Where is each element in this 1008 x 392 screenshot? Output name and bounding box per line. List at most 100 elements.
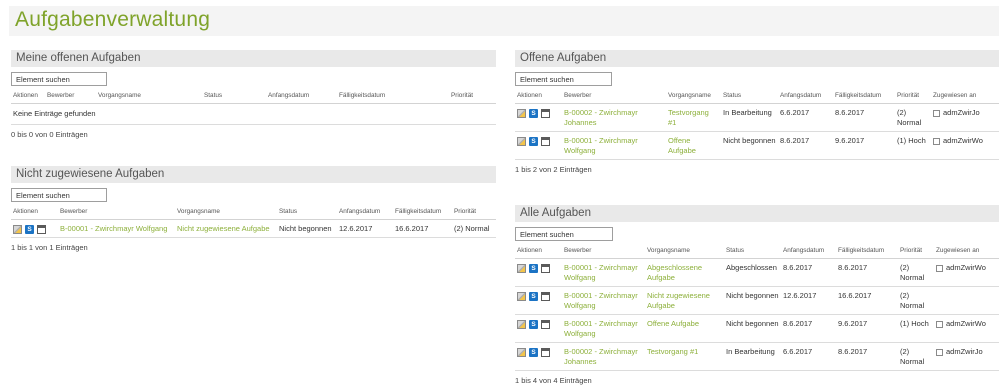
sharepoint-icon[interactable]: S: [529, 263, 538, 273]
assigned-user: admZwirJo: [943, 108, 980, 117]
column-header-priority[interactable]: Priorität: [898, 244, 934, 259]
column-header-process[interactable]: Vorgangsname: [645, 244, 724, 259]
sharepoint-icon[interactable]: S: [529, 136, 538, 146]
calendar-icon[interactable]: [541, 263, 550, 273]
edit-task-icon[interactable]: [517, 347, 526, 357]
column-header-applicant[interactable]: Bewerber: [562, 89, 666, 104]
process-link[interactable]: Testvorgang #1: [645, 342, 724, 371]
assign-checkbox[interactable]: [936, 348, 943, 356]
sharepoint-icon[interactable]: S: [529, 347, 538, 357]
column-header-process[interactable]: Vorgangsname: [96, 89, 202, 104]
calendar-icon[interactable]: [541, 108, 550, 118]
assign-checkbox[interactable]: [936, 264, 943, 272]
all-tasks-search-input[interactable]: [515, 227, 613, 241]
process-link[interactable]: Offene Aufgabe: [645, 314, 724, 343]
column-header-applicant[interactable]: Bewerber: [58, 205, 175, 220]
process-link[interactable]: Nicht zugewiesene Aufgabe: [645, 286, 724, 315]
edit-task-icon[interactable]: [517, 319, 526, 329]
my-tasks-panel: Meine offenen Aufgaben Aktionen Bewerber…: [11, 50, 496, 139]
calendar-icon[interactable]: [541, 319, 550, 329]
assigned-to-cell: [934, 286, 999, 315]
applicant-link[interactable]: B-00001 - Zwirchmayr Wolfgang: [562, 286, 645, 315]
sharepoint-icon[interactable]: S: [529, 319, 538, 329]
sharepoint-icon[interactable]: S: [529, 108, 538, 118]
assign-checkbox[interactable]: [933, 109, 940, 117]
priority-cell: (2) Normal: [452, 219, 496, 238]
process-link[interactable]: Offene Aufgabe: [666, 131, 721, 160]
column-header-applicant[interactable]: Bewerber: [562, 244, 645, 259]
calendar-icon[interactable]: [37, 224, 46, 234]
column-header-start-date[interactable]: Anfangsdatum: [781, 244, 836, 259]
table-row: S B-00001 - Zwirchmayr Wolfgang Abgeschl…: [515, 258, 999, 287]
column-header-due-date[interactable]: Fälligkeitsdatum: [337, 89, 449, 104]
applicant-link[interactable]: B-00002 - Zwirchmayr Johannes: [562, 342, 645, 371]
applicant-link[interactable]: B-00001 - Zwirchmayr Wolfgang: [562, 314, 645, 343]
my-tasks-footer: 0 bis 0 von 0 Einträgen: [11, 130, 88, 139]
due-date-cell: 8.6.2017: [836, 342, 898, 371]
assign-checkbox[interactable]: [936, 320, 943, 328]
start-date-cell: 6.6.2017: [778, 103, 833, 132]
priority-cell: (1) Hoch: [898, 314, 934, 343]
my-tasks-search-input[interactable]: [11, 72, 107, 86]
unassigned-tasks-table: Aktionen Bewerber Vorgangsname Status An…: [11, 205, 496, 238]
column-header-applicant[interactable]: Bewerber: [45, 89, 96, 104]
applicant-link[interactable]: B-00001 - Zwirchmayr Wolfgang: [562, 131, 666, 160]
column-header-status[interactable]: Status: [724, 244, 781, 259]
column-header-start-date[interactable]: Anfangsdatum: [778, 89, 833, 104]
assigned-user: admZwirWo: [943, 136, 983, 145]
column-header-due-date[interactable]: Fälligkeitsdatum: [836, 244, 898, 259]
column-header-priority[interactable]: Priorität: [449, 89, 496, 104]
process-link[interactable]: Nicht zugewiesene Aufgabe: [175, 219, 277, 238]
row-actions: S: [515, 314, 562, 343]
edit-task-icon[interactable]: [517, 291, 526, 301]
process-link[interactable]: Abgeschlossene Aufgabe: [645, 258, 724, 287]
due-date-cell: 9.6.2017: [836, 314, 898, 343]
table-row: S B-00001 - Zwirchmayr Wolfgang Nicht zu…: [11, 219, 496, 238]
assigned-to-cell: admZwirWo: [934, 258, 999, 287]
column-header-actions[interactable]: Aktionen: [515, 89, 562, 104]
applicant-link[interactable]: B-00001 - Zwirchmayr Wolfgang: [58, 219, 175, 238]
sharepoint-icon[interactable]: S: [25, 224, 34, 234]
edit-task-icon[interactable]: [517, 263, 526, 273]
column-header-actions[interactable]: Aktionen: [11, 89, 45, 104]
my-tasks-table: Aktionen Bewerber Vorgangsname Status An…: [11, 89, 496, 125]
sharepoint-icon[interactable]: S: [529, 291, 538, 301]
column-header-assigned-to[interactable]: Zugewiesen an: [931, 89, 999, 104]
column-header-status[interactable]: Status: [721, 89, 778, 104]
edit-task-icon[interactable]: [517, 108, 526, 118]
column-header-process[interactable]: Vorgangsname: [666, 89, 721, 104]
calendar-icon[interactable]: [541, 291, 550, 301]
unassigned-tasks-title: Nicht zugewiesene Aufgaben: [11, 166, 496, 183]
column-header-priority[interactable]: Priorität: [895, 89, 931, 104]
assigned-to-cell: admZwirWo: [931, 131, 999, 160]
row-actions: S: [515, 286, 562, 315]
open-tasks-search-input[interactable]: [515, 72, 612, 86]
priority-cell: (2) Normal: [898, 258, 934, 287]
column-header-due-date[interactable]: Fälligkeitsdatum: [833, 89, 895, 104]
applicant-link[interactable]: B-00001 - Zwirchmayr Wolfgang: [562, 258, 645, 287]
unassigned-tasks-search-input[interactable]: [11, 188, 107, 202]
due-date-cell: 16.6.2017: [836, 286, 898, 315]
column-header-start-date[interactable]: Anfangsdatum: [266, 89, 337, 104]
my-tasks-title: Meine offenen Aufgaben: [11, 50, 496, 67]
calendar-icon[interactable]: [541, 347, 550, 357]
column-header-process[interactable]: Vorgangsname: [175, 205, 277, 220]
column-header-actions[interactable]: Aktionen: [515, 244, 562, 259]
process-link[interactable]: Testvorgang #1: [666, 103, 721, 132]
applicant-link[interactable]: B-00002 - Zwirchmayr Johannes: [562, 103, 666, 132]
column-header-due-date[interactable]: Fälligkeitsdatum: [393, 205, 452, 220]
open-tasks-panel: Offene Aufgaben Aktionen Bewerber Vorgan…: [515, 50, 999, 174]
status-cell: Nicht begonnen: [724, 286, 781, 315]
page-title: Aufgabenverwaltung: [9, 6, 999, 36]
all-tasks-table: Aktionen Bewerber Vorgangsname Status An…: [515, 244, 999, 371]
column-header-actions[interactable]: Aktionen: [11, 205, 58, 220]
column-header-assigned-to[interactable]: Zugewiesen an: [934, 244, 999, 259]
column-header-status[interactable]: Status: [277, 205, 337, 220]
calendar-icon[interactable]: [541, 136, 550, 146]
assign-checkbox[interactable]: [933, 137, 940, 145]
edit-task-icon[interactable]: [517, 136, 526, 146]
column-header-status[interactable]: Status: [202, 89, 266, 104]
edit-task-icon[interactable]: [13, 224, 22, 234]
column-header-start-date[interactable]: Anfangsdatum: [337, 205, 393, 220]
column-header-priority[interactable]: Priorität: [452, 205, 496, 220]
